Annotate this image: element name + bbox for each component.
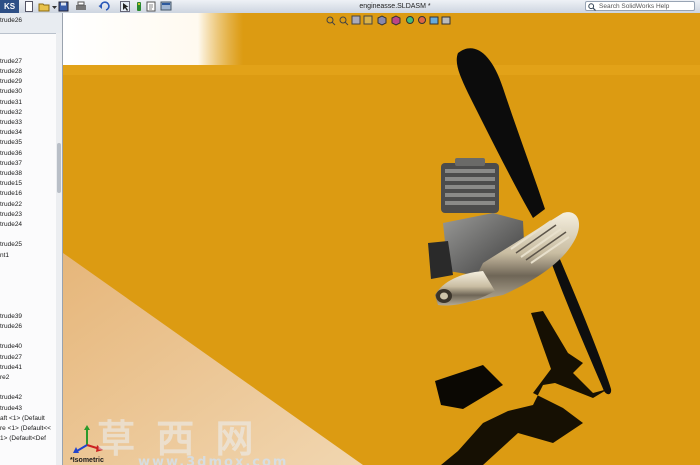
print-icon[interactable] xyxy=(75,1,87,12)
tree-item[interactable]: trude39 xyxy=(0,312,58,322)
tree-item[interactable]: aft <1> (Default xyxy=(0,414,58,424)
tree-item[interactable]: trude27 xyxy=(0,353,58,363)
help-search-placeholder: Search SolidWorks Help xyxy=(599,3,670,10)
document-title: engineasse.SLDASM * xyxy=(359,3,431,10)
graphics-area[interactable]: *Isometric 草 西 网 www.3dmox.com xyxy=(63,13,700,465)
tree-item[interactable]: re2 xyxy=(0,373,58,383)
tree-item[interactable]: trude32 xyxy=(0,108,58,118)
tree-item[interactable]: trude23 xyxy=(0,210,58,220)
tree-item[interactable]: trude28 xyxy=(0,67,58,77)
tree-item[interactable] xyxy=(0,36,58,46)
options-icon[interactable] xyxy=(160,1,172,12)
tree-item[interactable] xyxy=(0,291,58,301)
tree-item[interactable] xyxy=(0,383,58,393)
file-properties-icon[interactable] xyxy=(146,1,157,12)
tree-item[interactable]: trude34 xyxy=(0,128,58,138)
tree-item[interactable] xyxy=(0,230,58,240)
light-reflection xyxy=(63,13,243,65)
tree-item[interactable]: trude40 xyxy=(0,342,58,352)
tree-item[interactable]: trude33 xyxy=(0,118,58,128)
tree-item[interactable]: trude26 xyxy=(0,322,58,332)
cylinder-head-fins xyxy=(441,158,499,213)
tree-item[interactable]: trude29 xyxy=(0,77,58,87)
edit-appearance-icon xyxy=(418,16,426,24)
assembly-scene xyxy=(63,13,700,465)
view-settings-icon xyxy=(441,16,451,25)
tree-item[interactable] xyxy=(0,26,58,36)
apply-scene-icon xyxy=(429,16,439,25)
tree-item[interactable] xyxy=(0,302,58,312)
tree-item[interactable]: trude31 xyxy=(0,98,58,108)
tree-item[interactable]: trude41 xyxy=(0,363,58,373)
tree-item[interactable]: trude42 xyxy=(0,393,58,403)
tree-item[interactable]: trude43 xyxy=(0,404,58,414)
dropdown-arrow-icon[interactable] xyxy=(52,1,57,12)
tree-item[interactable]: trude35 xyxy=(0,138,58,148)
tree-item[interactable]: trude26 xyxy=(0,16,58,26)
tree-scroll-thumb[interactable] xyxy=(57,143,61,193)
tree-scrollbar[interactable] xyxy=(56,33,62,465)
tree-item[interactable] xyxy=(0,47,58,57)
tree-item[interactable] xyxy=(0,332,58,342)
heads-up-view-toolbar xyxy=(325,14,455,26)
tree-item[interactable]: trude25 xyxy=(0,240,58,250)
title-toolbar-bar: KS engineasse.SLDASM * Search SolidWorks… xyxy=(0,0,700,14)
undo-icon[interactable] xyxy=(98,1,110,12)
tree-item[interactable]: trude22 xyxy=(0,200,58,210)
view-orientation-icon xyxy=(377,15,387,26)
save-icon[interactable] xyxy=(58,1,69,12)
previous-view-icon xyxy=(351,15,361,25)
tree-item[interactable]: trude30 xyxy=(0,87,58,97)
tree-item[interactable]: trude16 xyxy=(0,189,58,199)
help-search-input[interactable]: Search SolidWorks Help xyxy=(585,1,695,11)
open-icon[interactable] xyxy=(38,1,50,12)
hide-show-icon xyxy=(406,16,414,24)
new-document-icon[interactable] xyxy=(24,1,34,12)
zoom-area-icon xyxy=(339,16,349,26)
section-view-icon xyxy=(363,15,373,25)
app-menu-tab[interactable]: KS xyxy=(0,0,19,13)
tree-item[interactable]: re <1> (Default<< xyxy=(0,424,58,434)
feature-manager-tree[interactable]: trude26 trude27 trude28 trude29 trude30 trude… xyxy=(0,13,63,465)
tree-item[interactable]: trude36 xyxy=(0,149,58,159)
tree-item[interactable]: nt1 xyxy=(0,251,58,261)
tree-item[interactable]: 1> (Default<Def xyxy=(0,434,58,444)
select-icon[interactable] xyxy=(120,1,130,12)
tree-item[interactable] xyxy=(0,261,58,271)
rebuild-icon[interactable] xyxy=(135,1,143,12)
tree-item[interactable]: trude27 xyxy=(0,57,58,67)
tree-item[interactable] xyxy=(0,271,58,281)
search-icon xyxy=(588,3,596,11)
tree-item[interactable]: trude24 xyxy=(0,220,58,230)
tree-item[interactable]: trude37 xyxy=(0,159,58,169)
tree-item[interactable]: trude15 xyxy=(0,179,58,189)
zoom-to-fit-icon xyxy=(326,16,336,26)
tree-item[interactable]: trude38 xyxy=(0,169,58,179)
display-style-icon xyxy=(391,15,401,26)
watermark-url: www.3dmox.com xyxy=(138,455,289,465)
tree-item[interactable] xyxy=(0,281,58,291)
